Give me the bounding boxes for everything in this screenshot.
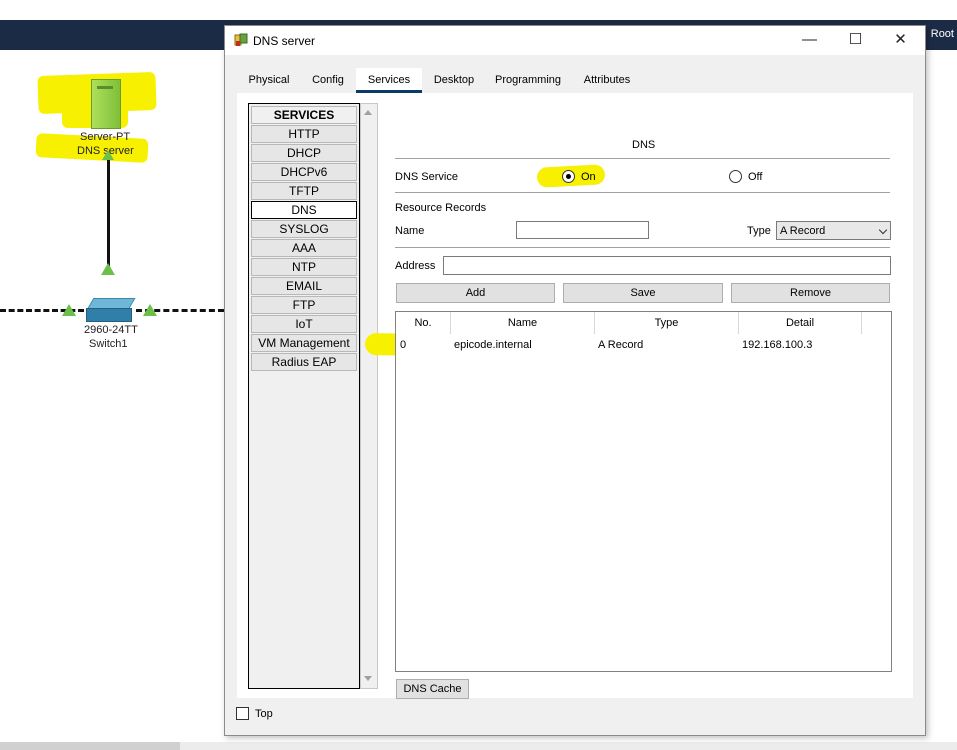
service-tftp[interactable]: TFTP <box>251 182 357 200</box>
window-titlebar[interactable]: DNS server — ☐ ✕ <box>225 26 925 55</box>
scroll-up-icon[interactable] <box>364 110 372 115</box>
service-dhcp[interactable]: DHCP <box>251 144 357 162</box>
server-app-icon <box>234 33 248 46</box>
tab-config[interactable]: Config <box>303 68 353 92</box>
record-type-select[interactable]: A Record <box>776 221 891 240</box>
switch-name-label: Switch1 <box>89 338 128 350</box>
save-record-button[interactable]: Save <box>563 283 723 303</box>
address-label: Address <box>395 260 436 272</box>
services-scrollbar[interactable] <box>360 103 378 689</box>
service-http[interactable]: HTTP <box>251 125 357 143</box>
server-icon[interactable] <box>91 79 121 129</box>
service-dhcpv6[interactable]: DHCPv6 <box>251 163 357 181</box>
tab-attributes[interactable]: Attributes <box>573 68 641 92</box>
record-detail: 192.168.100.3 <box>742 339 813 351</box>
column-header-detail[interactable]: Detail <box>739 312 862 334</box>
divider <box>395 158 890 159</box>
remove-record-button[interactable]: Remove <box>731 283 890 303</box>
link-status-indicator <box>101 263 115 275</box>
resource-records-label: Resource Records <box>395 202 487 214</box>
service-email[interactable]: EMAIL <box>251 277 357 295</box>
server-switch-link <box>107 155 110 270</box>
dns-off-radio[interactable] <box>729 170 742 183</box>
switch-icon-body <box>86 308 132 322</box>
server-type-label: Server-PT <box>80 131 131 143</box>
services-content: SERVICES HTTP DHCP DHCPv6 TFTP DNS SYSLO… <box>237 93 913 699</box>
column-header-filler <box>862 312 890 334</box>
link-status-indicator <box>62 304 76 316</box>
service-ftp[interactable]: FTP <box>251 296 357 314</box>
service-syslog[interactable]: SYSLOG <box>251 220 357 238</box>
dns-service-label: DNS Service <box>395 171 458 183</box>
horizontal-scrollbar-thumb[interactable] <box>0 742 180 750</box>
window-title: DNS server <box>253 34 316 48</box>
add-record-button[interactable]: Add <box>396 283 555 303</box>
service-radius-eap[interactable]: Radius EAP <box>251 353 357 371</box>
maximize-button[interactable]: ☐ <box>833 26 878 55</box>
tab-physical[interactable]: Physical <box>237 68 301 92</box>
top-checkbox[interactable] <box>236 707 249 720</box>
tab-programming[interactable]: Programming <box>487 68 569 92</box>
switch-icon[interactable] <box>86 298 136 322</box>
dns-cache-button[interactable]: DNS Cache <box>396 679 469 699</box>
record-type: A Record <box>598 339 644 351</box>
divider <box>395 192 890 193</box>
services-list: SERVICES HTTP DHCP DHCPv6 TFTP DNS SYSLO… <box>248 103 360 689</box>
device-config-window: DNS server — ☐ ✕ Physical Config Service… <box>224 25 926 736</box>
services-header: SERVICES <box>251 106 357 124</box>
service-aaa[interactable]: AAA <box>251 239 357 257</box>
record-name: epicode.internal <box>454 339 532 351</box>
tab-desktop[interactable]: Desktop <box>426 68 482 92</box>
root-label[interactable]: Root <box>931 28 954 40</box>
service-ntp[interactable]: NTP <box>251 258 357 276</box>
dns-off-label[interactable]: Off <box>748 171 762 183</box>
dns-records-table: No. Name Type Detail 0 epicode.internal … <box>395 311 892 672</box>
record-name-label: Name <box>395 225 425 237</box>
address-input[interactable] <box>443 256 891 275</box>
record-type-value: A Record <box>780 225 826 237</box>
minimize-button[interactable]: — <box>787 26 832 55</box>
link-status-indicator <box>102 150 114 160</box>
dns-on-label[interactable]: On <box>581 171 596 183</box>
link-status-indicator <box>143 304 157 316</box>
close-button[interactable]: ✕ <box>878 26 923 55</box>
column-header-no[interactable]: No. <box>396 312 451 334</box>
record-name-input[interactable] <box>516 221 649 239</box>
scroll-down-icon[interactable] <box>364 676 372 681</box>
top-checkbox-label: Top <box>255 708 273 720</box>
record-type-label: Type <box>747 225 771 237</box>
switch-type-label: 2960-24TT <box>84 324 138 336</box>
record-no: 0 <box>400 339 407 351</box>
service-dns[interactable]: DNS <box>251 201 357 219</box>
tab-services[interactable]: Services <box>356 68 422 93</box>
column-header-type[interactable]: Type <box>595 312 739 334</box>
dns-on-radio[interactable] <box>562 170 575 183</box>
column-header-name[interactable]: Name <box>451 312 595 334</box>
divider <box>395 247 890 248</box>
service-vm-management[interactable]: VM Management <box>251 334 357 352</box>
chevron-down-icon <box>878 225 888 235</box>
dns-section-title: DNS <box>632 139 656 151</box>
service-iot[interactable]: IoT <box>251 315 357 333</box>
